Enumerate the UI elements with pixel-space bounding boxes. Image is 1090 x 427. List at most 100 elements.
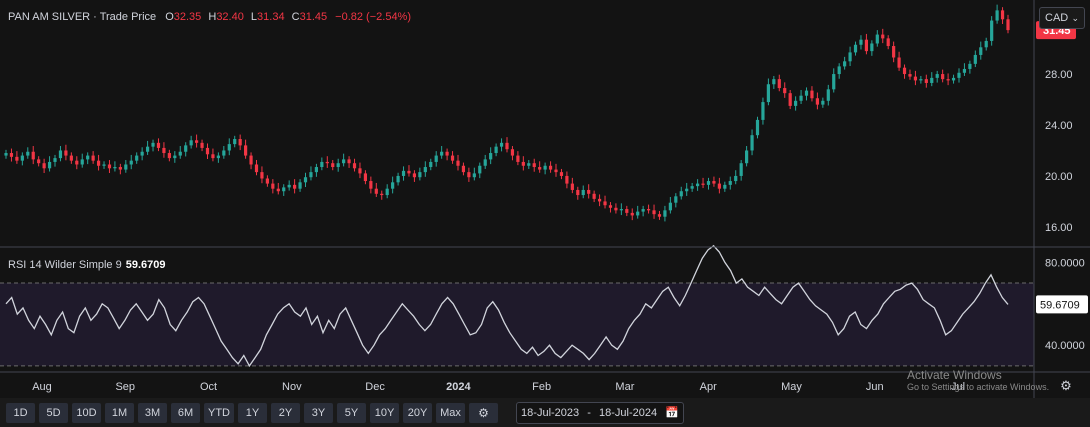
candle-body xyxy=(238,139,242,146)
candle-body xyxy=(538,167,542,170)
candle-body xyxy=(369,181,373,189)
candle-body xyxy=(96,160,101,166)
candle-body xyxy=(64,150,68,156)
range-1m-button[interactable]: 1M xyxy=(105,402,134,423)
candle-body xyxy=(979,47,983,55)
candle-body xyxy=(962,68,967,73)
price-tick-label: 28.00 xyxy=(1045,69,1073,81)
candle-body xyxy=(941,74,945,80)
candle-body xyxy=(712,181,716,184)
range-6m-button[interactable]: 6M xyxy=(171,402,200,423)
candle-body xyxy=(859,39,863,45)
range-settings-button[interactable]: ⚙ xyxy=(469,402,498,423)
candle-body xyxy=(265,178,269,184)
candle-body xyxy=(461,165,466,173)
time-tick-label: Jun xyxy=(866,381,884,393)
date-range-picker[interactable]: 18-Jul-2023 - 18-Jul-2024 📅 xyxy=(516,401,684,424)
chart-canvas: 16.0020.0024.0028.0032.0031.4540.000060.… xyxy=(0,0,1090,427)
rsi-label: RSI 14 Wilder Simple 9 xyxy=(8,259,122,271)
range-3y-button[interactable]: 3Y xyxy=(304,402,333,423)
candle-body xyxy=(347,159,351,164)
date-separator: - xyxy=(587,406,591,419)
candle-body xyxy=(254,164,259,173)
candle-body xyxy=(554,169,558,173)
candle-body xyxy=(902,67,907,75)
candle-body xyxy=(37,159,41,164)
candle-body xyxy=(205,147,210,155)
candle-body xyxy=(336,163,340,168)
range-10d-button[interactable]: 10D xyxy=(72,402,101,423)
candle-body xyxy=(320,161,324,168)
watermark-subtitle: Go to Settings to activate Windows. xyxy=(907,382,1050,392)
time-tick-label: Dec xyxy=(365,381,385,393)
candle-body xyxy=(309,172,313,178)
watermark-title: Activate Windows xyxy=(907,368,1002,382)
candle-body xyxy=(597,198,602,202)
candle-body xyxy=(706,181,711,185)
range-5d-button[interactable]: 5D xyxy=(39,402,68,423)
range-10y-button[interactable]: 10Y xyxy=(370,402,399,423)
candle-body xyxy=(15,156,19,161)
currency-selector[interactable]: CAD ⌄ xyxy=(1039,7,1085,29)
candle-body xyxy=(848,52,852,62)
gear-icon: ⚙ xyxy=(1060,378,1072,393)
range-20y-button[interactable]: 20Y xyxy=(403,402,432,423)
candle-body xyxy=(886,38,890,47)
candle-body xyxy=(935,74,939,78)
candle-body xyxy=(200,142,204,148)
candle-body xyxy=(837,66,841,75)
range-5y-button[interactable]: 5Y xyxy=(337,402,366,423)
time-tick-label: 2024 xyxy=(446,381,471,393)
candle-body xyxy=(930,77,934,83)
time-tick-label: Nov xyxy=(282,381,302,393)
time-tick-label: Aug xyxy=(32,381,52,393)
candle-body xyxy=(685,188,689,192)
candle-body xyxy=(968,63,972,69)
candle-body xyxy=(418,172,422,178)
candle-body xyxy=(777,79,781,89)
chevron-down-icon: ⌄ xyxy=(1071,12,1079,23)
candle-body xyxy=(412,173,417,178)
candle-body xyxy=(614,207,618,211)
close-label: C xyxy=(291,11,300,23)
candle-body xyxy=(156,142,161,148)
currency-label: CAD xyxy=(1045,12,1069,24)
candle-body xyxy=(995,10,999,21)
candle-body xyxy=(178,151,182,156)
candle-body xyxy=(919,79,923,81)
candle-body xyxy=(832,74,836,90)
candle-body xyxy=(695,183,700,187)
candle-body xyxy=(646,209,651,211)
time-tick-label: Feb xyxy=(532,381,551,393)
time-tick-label: Apr xyxy=(700,381,717,393)
candle-body xyxy=(870,43,874,52)
candle-body xyxy=(810,90,814,99)
range-1d-button[interactable]: 1D xyxy=(6,402,35,423)
candle-body xyxy=(53,158,57,162)
candle-body xyxy=(211,154,215,159)
candle-body xyxy=(331,163,335,168)
range-1y-button[interactable]: 1Y xyxy=(238,402,267,423)
chart-settings-button[interactable]: ⚙ xyxy=(1056,376,1076,396)
candle-body xyxy=(543,165,547,170)
range-ytd-button[interactable]: YTD xyxy=(204,402,234,423)
candle-body xyxy=(145,146,150,152)
candle-body xyxy=(401,170,406,176)
candle-body xyxy=(717,183,721,189)
candle-body xyxy=(271,183,275,189)
candle-body xyxy=(576,189,580,196)
candle-body xyxy=(957,72,961,78)
candle-body xyxy=(527,163,531,166)
candle-body xyxy=(478,165,482,174)
range-2y-button[interactable]: 2Y xyxy=(271,402,300,423)
rsi-badge-label: 59.6709 xyxy=(1040,299,1080,311)
candle-body xyxy=(276,188,280,192)
candle-body xyxy=(429,161,433,168)
price-tick-label: 16.00 xyxy=(1045,222,1073,234)
rsi-legend: RSI 14 Wilder Simple 9 59.6709 xyxy=(8,259,165,271)
range-3m-button[interactable]: 3M xyxy=(138,402,167,423)
candle-body xyxy=(42,163,46,169)
rsi-tick-label: 40.0000 xyxy=(1045,340,1085,352)
range-max-button[interactable]: Max xyxy=(436,402,465,423)
candle-body xyxy=(80,159,84,165)
